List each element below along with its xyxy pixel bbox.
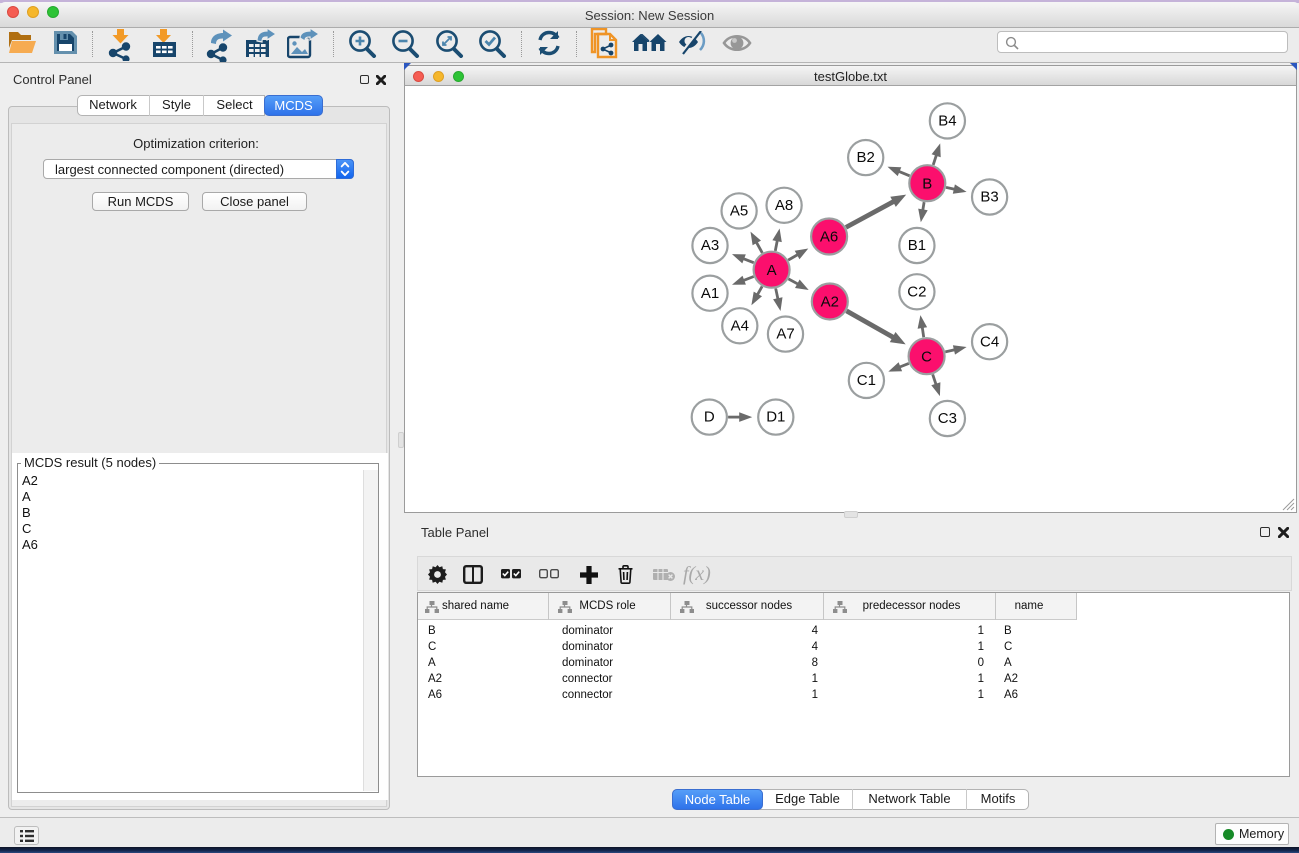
svg-text:C: C: [921, 348, 932, 365]
svg-text:B4: B4: [938, 113, 956, 130]
svg-text:C1: C1: [857, 372, 876, 389]
svg-text:A6: A6: [820, 229, 838, 246]
svg-text:A5: A5: [730, 203, 748, 220]
svg-text:B1: B1: [908, 237, 926, 254]
svg-text:D: D: [704, 409, 715, 426]
svg-text:C3: C3: [938, 410, 957, 427]
svg-text:A: A: [767, 262, 777, 279]
svg-text:A7: A7: [776, 326, 794, 343]
svg-text:D1: D1: [766, 409, 785, 426]
svg-text:A4: A4: [731, 317, 749, 334]
svg-text:A3: A3: [701, 237, 719, 254]
svg-text:A2: A2: [821, 294, 839, 311]
svg-text:C2: C2: [907, 283, 926, 300]
svg-text:A8: A8: [775, 197, 793, 214]
svg-text:B: B: [922, 175, 932, 192]
svg-text:C4: C4: [980, 333, 999, 350]
svg-text:B3: B3: [980, 189, 998, 206]
svg-text:B2: B2: [857, 149, 875, 166]
svg-text:A1: A1: [701, 285, 719, 302]
